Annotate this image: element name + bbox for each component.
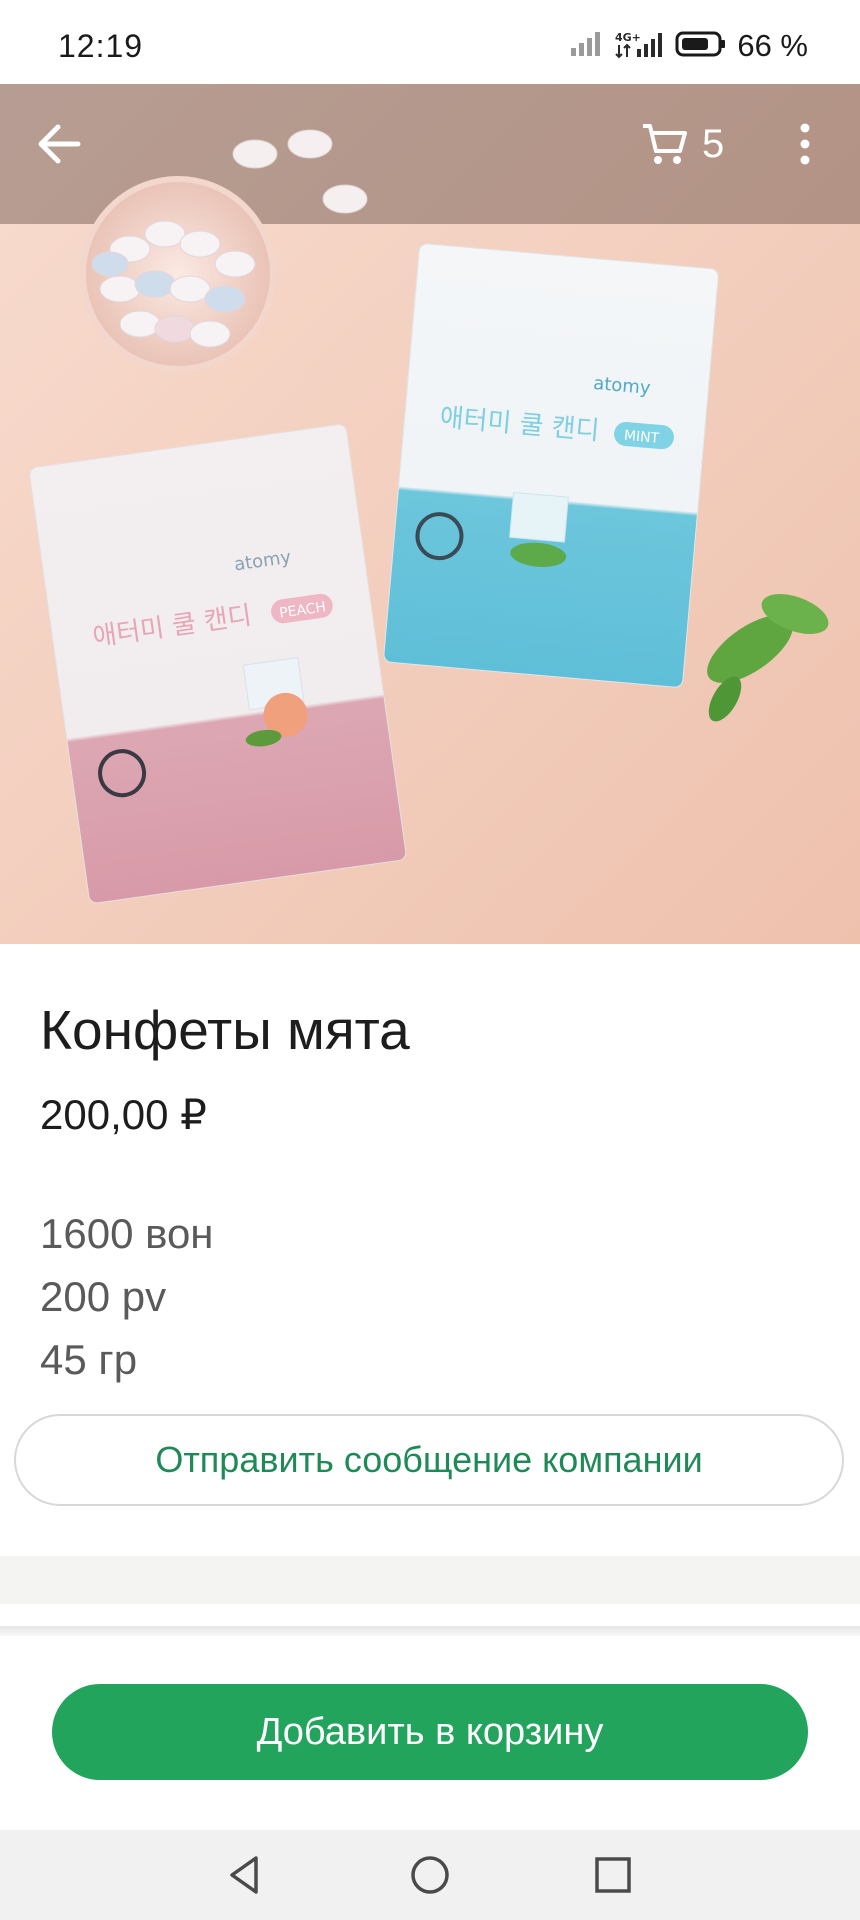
cart-button[interactable]: 5 (640, 120, 724, 168)
battery-percent: 66 % (737, 28, 808, 63)
product-details: 1600 вон 200 pv 45 гр (40, 1202, 214, 1391)
detail-price-won: 1600 вон (40, 1210, 214, 1257)
bottom-divider (0, 1626, 860, 1636)
add-to-cart-button[interactable]: Добавить в корзину (52, 1684, 808, 1780)
nav-recents-button[interactable] (588, 1850, 638, 1900)
product-title: Конфеты мята (40, 999, 410, 1061)
section-separator (0, 1556, 860, 1604)
system-navigation-bar (0, 1830, 860, 1920)
back-button[interactable] (30, 114, 90, 174)
nav-home-icon (411, 1856, 449, 1894)
detail-weight: 45 гр (40, 1336, 138, 1383)
app-toolbar: 5 (0, 84, 860, 214)
nav-home-button[interactable] (405, 1850, 455, 1900)
cart-count-badge: 5 (702, 121, 725, 166)
status-icons: 4G+ 66 % (569, 28, 808, 64)
detail-pv: 200 pv (40, 1273, 167, 1320)
mobile-data-icon: 4G+ (613, 29, 665, 64)
product-price: 200,00 ₽ (40, 1091, 207, 1138)
status-bar: 12:19 4G+ 66 % (0, 0, 860, 84)
svg-text:MINT: MINT (623, 428, 660, 447)
send-message-button[interactable]: Отправить сообщение компании (14, 1414, 844, 1506)
signal-icon (569, 30, 603, 63)
svg-text:4G+: 4G+ (615, 31, 641, 44)
more-vertical-icon (800, 123, 810, 165)
nav-back-icon (230, 1856, 258, 1894)
more-options-button[interactable] (790, 114, 820, 174)
battery-icon (675, 30, 727, 63)
nav-back-button[interactable] (220, 1850, 270, 1900)
shopping-cart-icon (643, 124, 687, 164)
arrow-left-icon (38, 124, 81, 164)
nav-recents-icon (595, 1857, 631, 1893)
status-time: 12:19 (58, 28, 144, 64)
